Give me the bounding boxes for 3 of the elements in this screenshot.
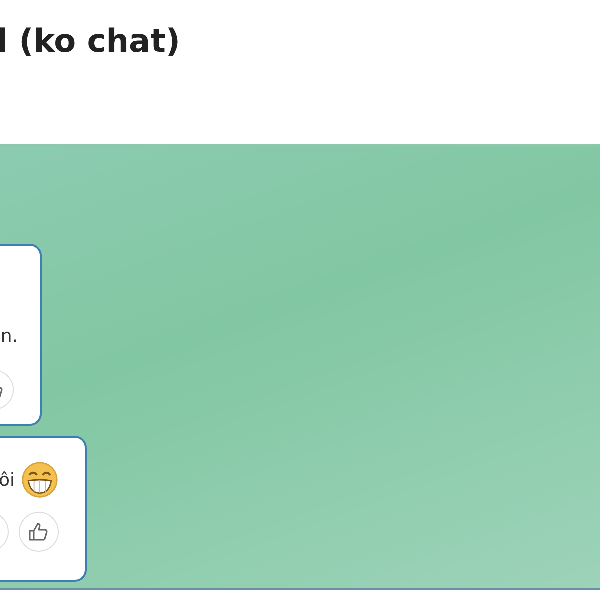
message-text: n. [0,326,18,346]
page-title: l (ko chat) [0,22,182,60]
message-text: ôi [0,470,15,490]
